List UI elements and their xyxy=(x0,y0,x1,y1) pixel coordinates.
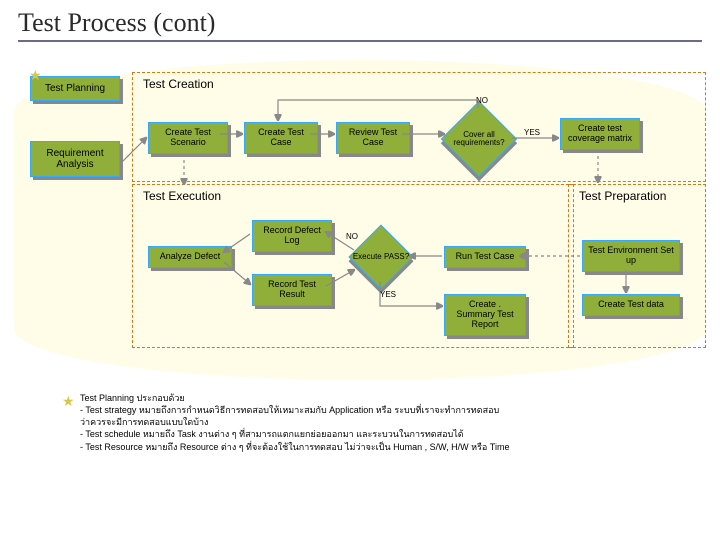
footer-line: - Test schedule หมายถึง Task งานต่าง ๆ ท… xyxy=(80,428,680,440)
footer-notes: ★ Test Planning ประกอบด้วย - Test strate… xyxy=(80,392,680,453)
footer-line: - Test strategy หมายถึงการกำหนดวิธีการทด… xyxy=(80,404,680,416)
flow-arrows xyxy=(0,0,720,380)
footer-line: - Test Resource หมายถึง Resource ต่าง ๆ … xyxy=(80,441,680,453)
star-icon: ★ xyxy=(62,392,75,411)
footer-line: ว่าควรจะมีการทดสอบแบบใดบ้าง xyxy=(80,416,680,428)
footer-line: Test Planning ประกอบด้วย xyxy=(80,392,680,404)
